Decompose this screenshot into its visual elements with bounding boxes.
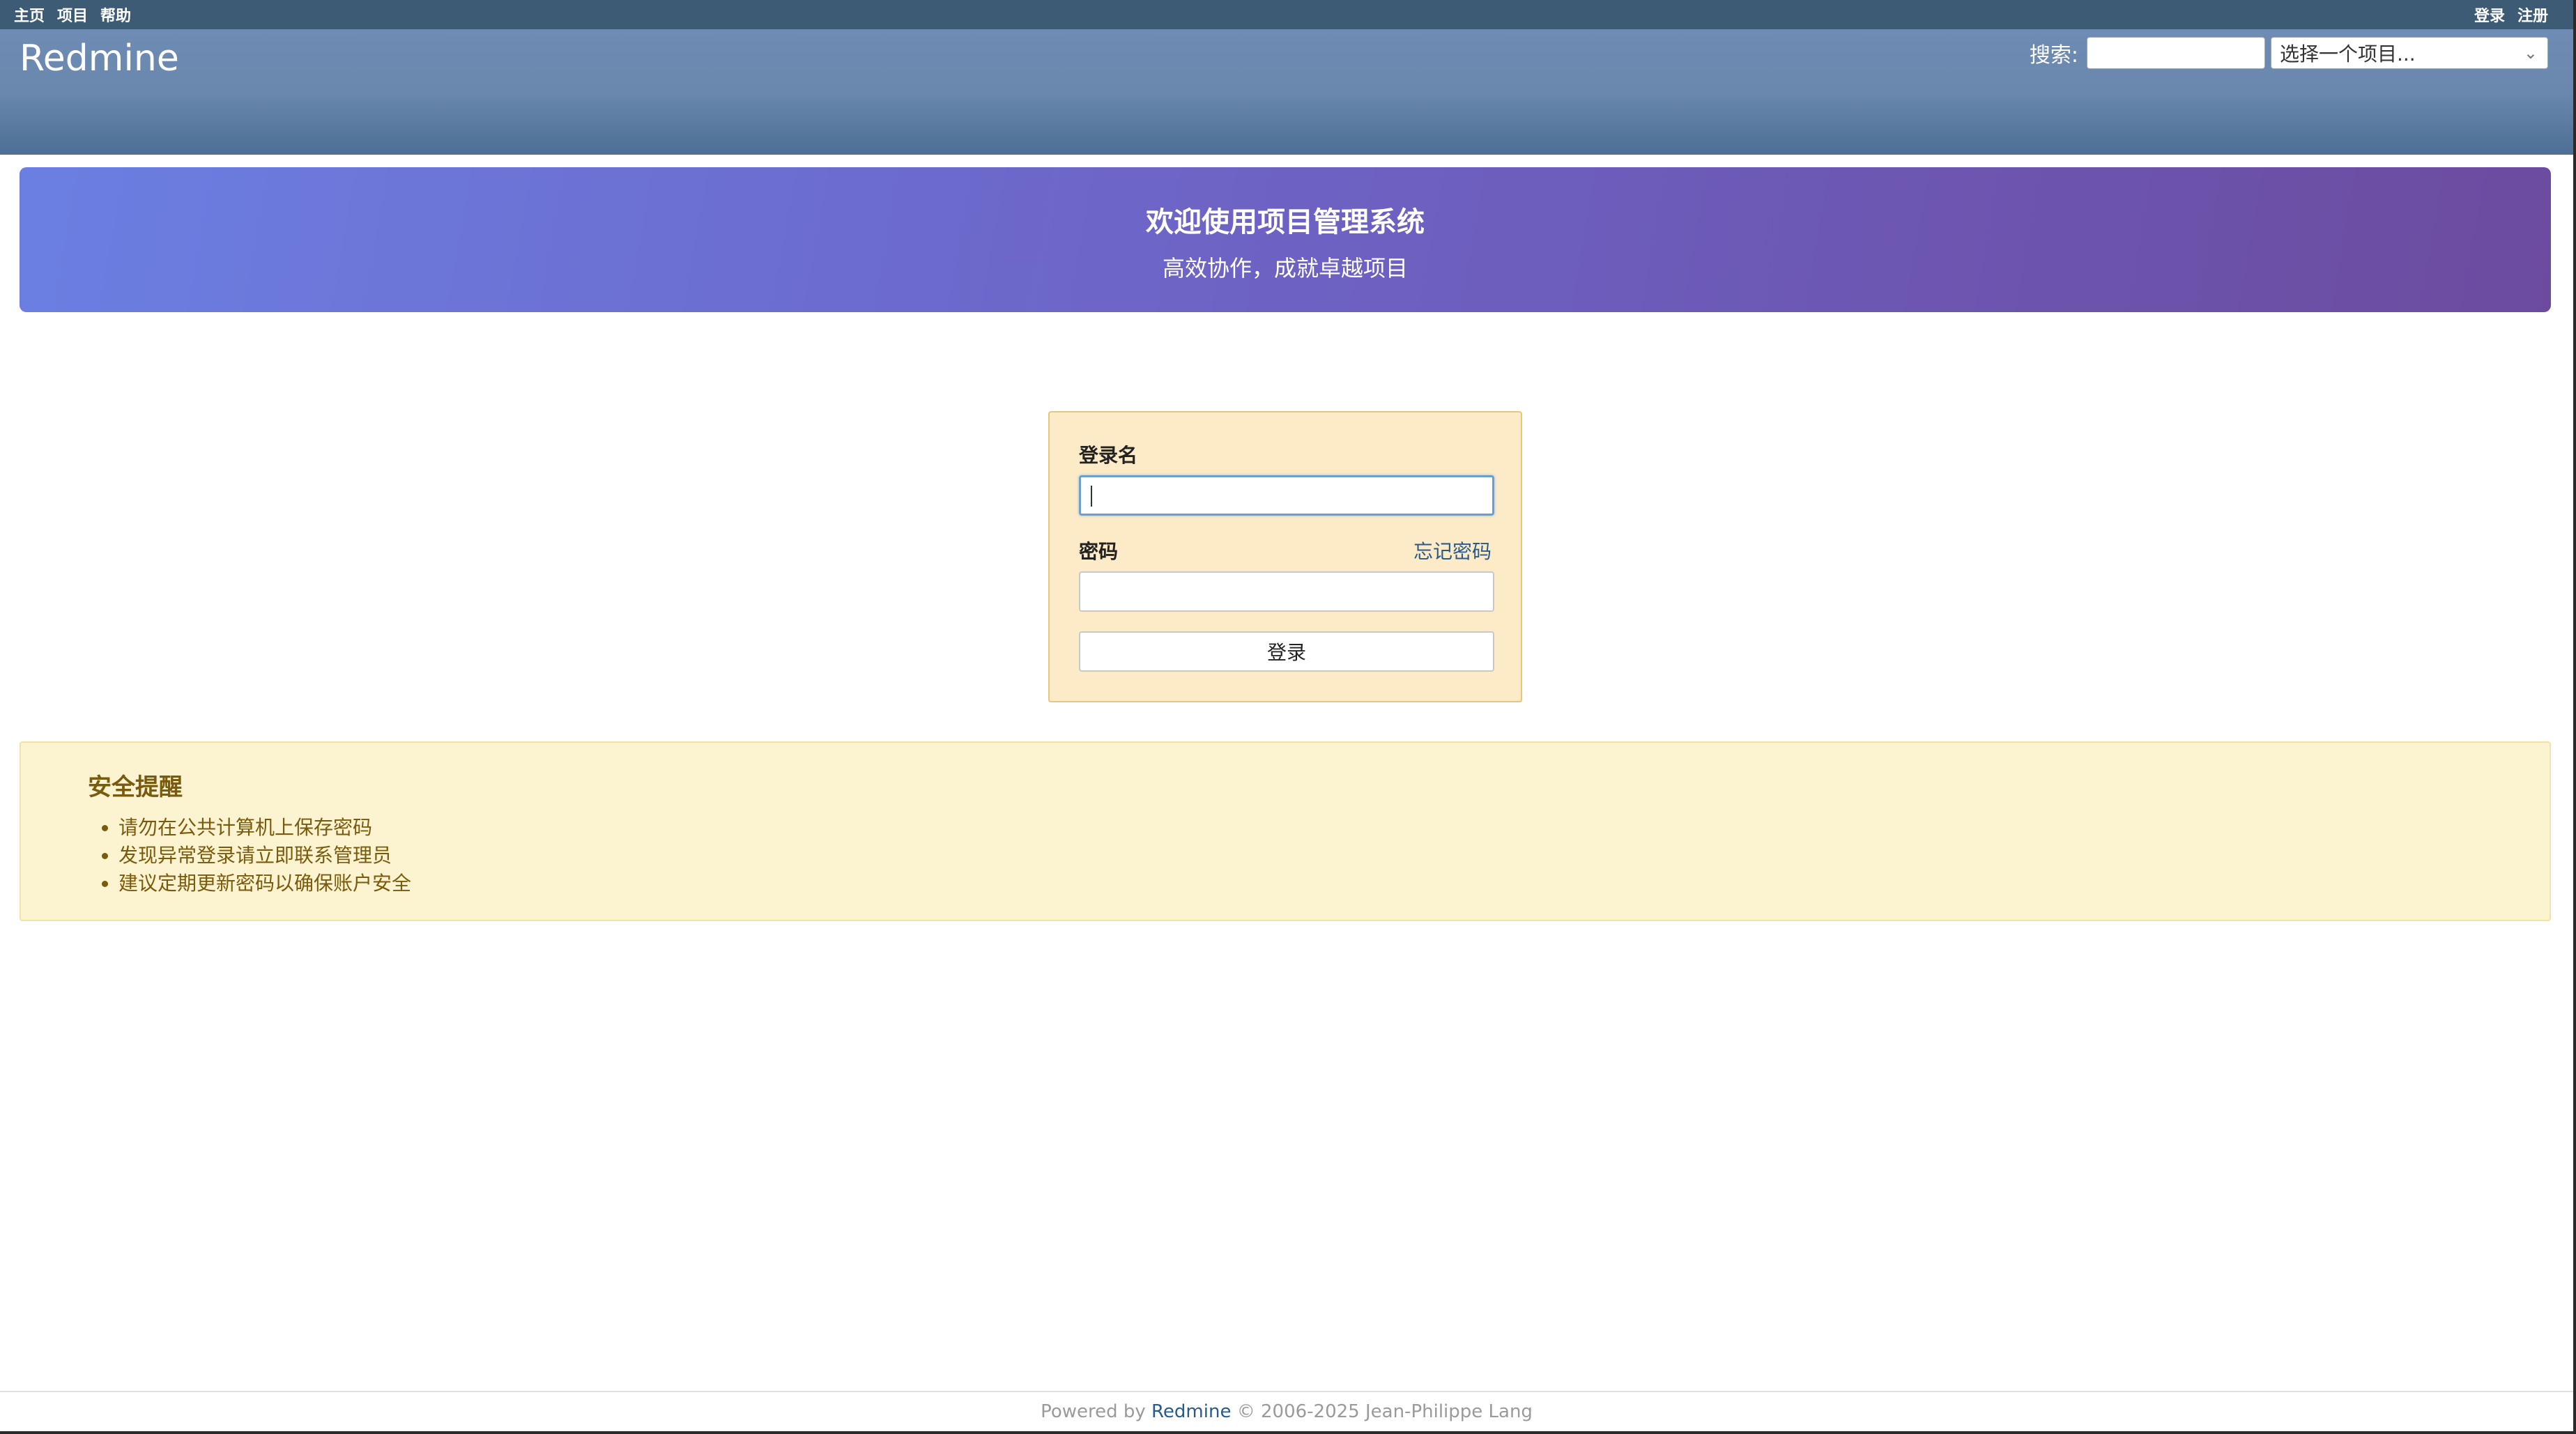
top-menu-help-link[interactable]: 帮助 bbox=[100, 3, 131, 26]
footer-redmine-link[interactable]: Redmine bbox=[1151, 1401, 1231, 1422]
footer: Powered by Redmine © 2006-2025 Jean-Phil… bbox=[0, 1391, 2573, 1431]
top-menu-login-link[interactable]: 登录 bbox=[2474, 3, 2505, 26]
username-field[interactable] bbox=[1079, 475, 1494, 516]
chevron-down-icon: ⌄ bbox=[2523, 43, 2538, 63]
list-item: 发现异常登录请立即联系管理员 bbox=[118, 842, 411, 870]
site-title[interactable]: Redmine bbox=[20, 38, 179, 79]
welcome-title: 欢迎使用项目管理系统 bbox=[1146, 206, 1425, 238]
top-menu-right: 登录 注册 bbox=[2462, 0, 2548, 29]
list-item: 请勿在公共计算机上保存密码 bbox=[118, 814, 411, 842]
top-menu: 主页 项目 帮助 登录 注册 bbox=[0, 0, 2573, 29]
security-notice-list: 请勿在公共计算机上保存密码 发现异常登录请立即联系管理员 建议定期更新密码以确保… bbox=[70, 814, 411, 897]
footer-copyright: © 2006-2025 Jean-Philippe Lang bbox=[1231, 1401, 1533, 1422]
top-menu-register-link[interactable]: 注册 bbox=[2517, 3, 2548, 26]
welcome-banner: 欢迎使用项目管理系统 高效协作，成就卓越项目 bbox=[20, 167, 2551, 312]
search-input[interactable] bbox=[2087, 37, 2265, 69]
welcome-subtitle: 高效协作，成就卓越项目 bbox=[1162, 255, 1408, 282]
browser-frame: 主页 项目 帮助 登录 注册 Redmine 搜索: 选择一个项目... ⌄ 欢… bbox=[0, 0, 2576, 1434]
top-menu-projects-link[interactable]: 项目 bbox=[57, 3, 88, 26]
header: Redmine 搜索: 选择一个项目... ⌄ bbox=[0, 29, 2573, 155]
project-select-value: 选择一个项目... bbox=[2280, 43, 2416, 65]
top-menu-left: 主页 项目 帮助 bbox=[14, 0, 144, 29]
forgot-password-link[interactable]: 忘记密码 bbox=[1413, 537, 1492, 564]
login-form: 登录名 密码 忘记密码 登录 bbox=[1048, 411, 1522, 702]
login-button[interactable]: 登录 bbox=[1079, 631, 1494, 672]
top-menu-home-link[interactable]: 主页 bbox=[14, 3, 45, 26]
password-label: 密码 bbox=[1079, 540, 1119, 563]
quick-search: 搜索: 选择一个项目... ⌄ bbox=[2030, 35, 2548, 71]
search-label: 搜索: bbox=[2029, 43, 2078, 68]
username-label: 登录名 bbox=[1079, 444, 1138, 467]
security-notice: 安全提醒 请勿在公共计算机上保存密码 发现异常登录请立即联系管理员 建议定期更新… bbox=[20, 741, 2551, 921]
footer-prefix: Powered by bbox=[1041, 1401, 1152, 1422]
list-item: 建议定期更新密码以确保账户安全 bbox=[118, 870, 411, 897]
password-field[interactable] bbox=[1079, 571, 1494, 612]
project-jump-select[interactable]: 选择一个项目... ⌄ bbox=[2271, 37, 2548, 69]
security-notice-title: 安全提醒 bbox=[88, 773, 183, 801]
text-caret bbox=[1091, 486, 1092, 507]
